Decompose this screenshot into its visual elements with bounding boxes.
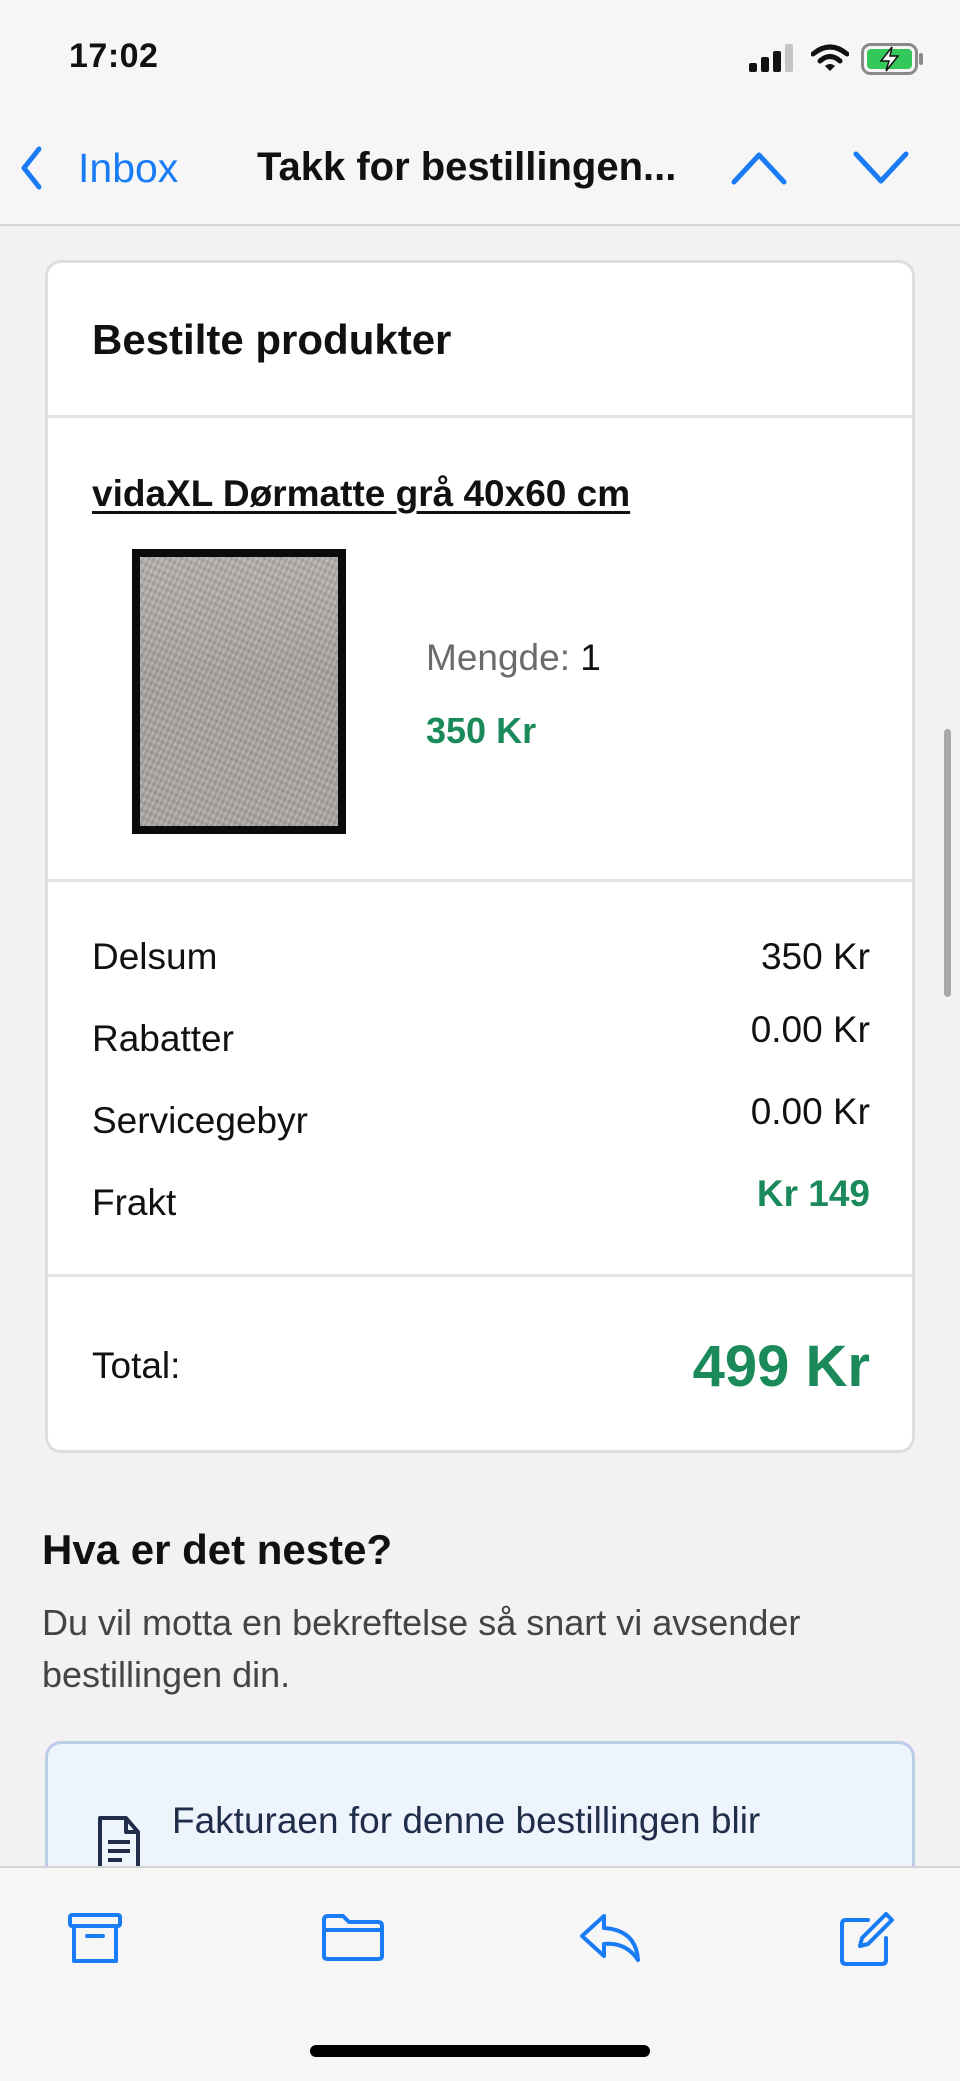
summary-value-discounts: 0.00 Kr (750, 1009, 870, 1050)
divider (48, 415, 912, 418)
invoice-info-text: Fakturaen for denne bestillingen blir (172, 1800, 761, 1841)
summary-label-shipping: Frakt (92, 1182, 177, 1223)
product-image[interactable] (132, 549, 346, 834)
summary-label-discounts: Rabatter (92, 1018, 234, 1059)
next-steps-text: Du vil motta en bekreftelse så snart vi … (42, 1602, 801, 1695)
total-value: 499 Kr (692, 1334, 870, 1399)
scroll-indicator[interactable] (944, 729, 951, 997)
quantity-label: Mengde: (426, 637, 570, 678)
summary-value-service-fee: 0.00 Kr (750, 1091, 870, 1132)
back-chevron-icon[interactable] (20, 146, 42, 190)
compose-icon[interactable] (838, 1912, 894, 1968)
summary-label-subtotal: Delsum (92, 936, 218, 977)
summary-value-shipping: Kr 149 (756, 1173, 870, 1214)
status-time: 17:02 (69, 37, 159, 75)
card-heading: Bestilte produkter (92, 316, 452, 363)
invoice-icon (98, 1816, 140, 1872)
summary-label-service-fee: Servicegebyr (92, 1100, 308, 1141)
total-label: Total: (92, 1345, 181, 1386)
next-message-icon[interactable] (852, 150, 910, 186)
divider (48, 1274, 912, 1277)
folder-icon[interactable] (321, 1912, 385, 1962)
summary-value-subtotal: 350 Kr (760, 936, 870, 977)
battery-charging-icon (861, 43, 923, 75)
previous-message-icon[interactable] (730, 150, 788, 186)
product-name-link[interactable]: vidaXL Dørmatte grå 40x60 cm (92, 473, 630, 515)
home-indicator[interactable] (310, 2045, 650, 2057)
divider (48, 879, 912, 882)
cellular-signal-icon (749, 44, 793, 72)
back-button[interactable]: Inbox (78, 145, 178, 192)
wifi-icon (811, 44, 849, 71)
email-subject-title: Takk for bestillingen... (257, 145, 677, 189)
reply-icon[interactable] (578, 1912, 642, 1964)
product-price: 350 Kr (426, 710, 537, 751)
top-bar: 17:02 Inbox Takk for bestillingen... (0, 0, 960, 226)
quantity-value: 1 (580, 637, 601, 678)
archive-icon[interactable] (67, 1912, 123, 1964)
ordered-products-card: Bestilte produkter vidaXL Dørmatte grå 4… (45, 260, 915, 1453)
product-quantity: Mengde: 1 (426, 637, 601, 679)
next-steps-heading: Hva er det neste? (42, 1526, 393, 1573)
